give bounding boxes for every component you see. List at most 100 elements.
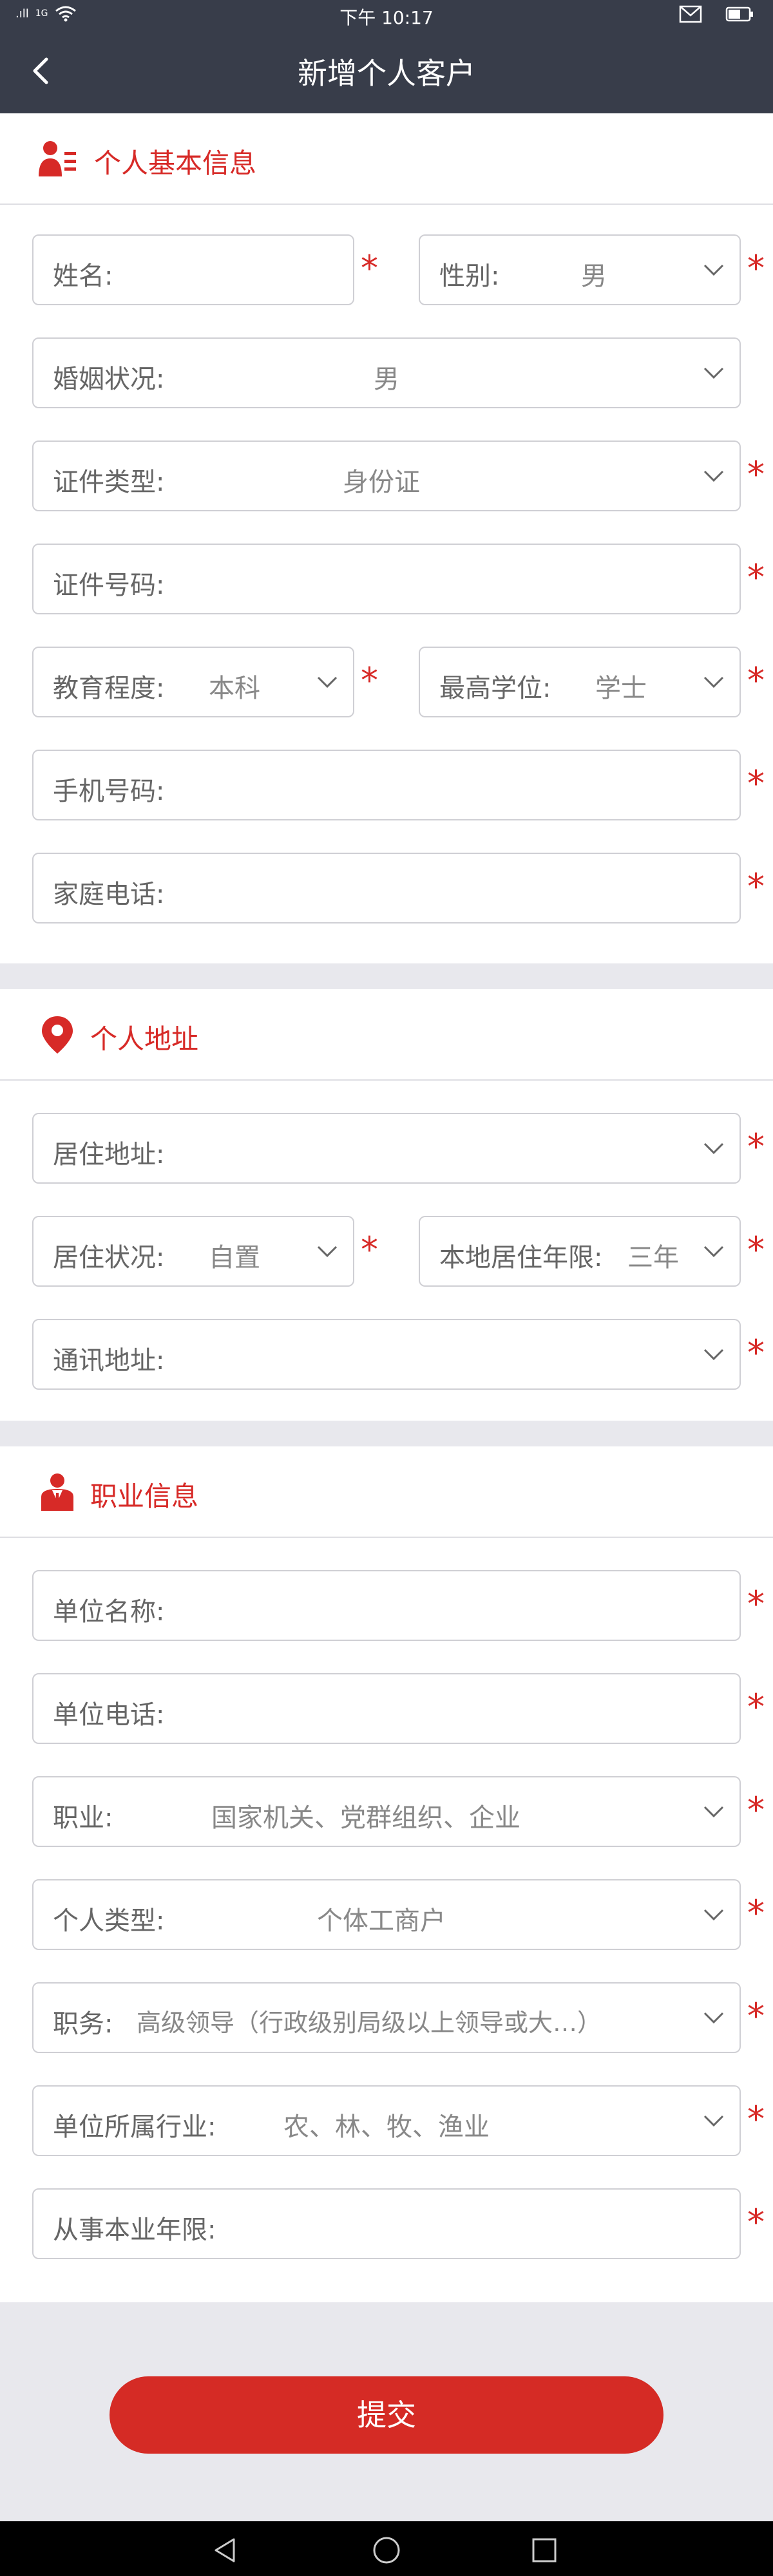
required-mark: * [747,1687,765,1727]
chevron-down-icon [703,1806,724,1818]
residence-status-value: 自置 [209,1243,260,1273]
marital-label: 婚姻状况: [53,365,165,394]
occupation-select[interactable]: 职业: 国家机关、党群组织、企业 [32,1776,741,1847]
page-title: 新增个人客户 [298,56,475,91]
id-type-select[interactable]: 证件类型: 身份证 [32,440,741,511]
person-type-value: 个体工商户 [317,1906,446,1936]
required-mark: * [747,1893,765,1933]
row-mobile: 手机号码: * [0,750,773,820]
section-address-header: 个人地址 [0,989,773,1081]
section-basic-info: 个人基本信息 姓名: * 性别: 男 * 婚姻状况: 男 证件类型: 身份证 * [0,113,773,963]
degree-label: 最高学位: [439,674,551,703]
row-home-phone: 家庭电话: * [0,853,773,923]
required-mark: * [747,1996,765,2036]
row-residence: 居住地址: * [0,1113,773,1184]
chevron-down-icon [703,264,724,276]
chevron-down-icon [317,676,338,688]
row-id-number: 证件号码: * [0,544,773,614]
submit-button[interactable]: 提交 [110,2376,663,2454]
section-job-header: 职业信息 [0,1446,773,1538]
required-mark: * [747,557,765,598]
mail-address-select[interactable]: 通讯地址: [32,1319,741,1390]
row-name-gender: 姓名: * 性别: 男 * [0,234,773,305]
required-mark: * [361,660,378,701]
required-mark: * [747,454,765,495]
row-residence-status: 居住状况: 自置 * 本地居住年限: 三年 * [0,1216,773,1287]
required-mark: * [747,2099,765,2139]
local-years-value: 三年 [627,1243,679,1273]
occupation-value: 国家机关、党群组织、企业 [211,1803,520,1833]
name-label: 姓名: [53,261,113,291]
local-years-select[interactable]: 本地居住年限: 三年 [419,1216,741,1287]
id-type-label: 证件类型: [53,468,165,497]
name-field[interactable]: 姓名: [32,234,354,305]
employer-label: 单位名称: [53,1597,165,1627]
nav-home-icon[interactable] [370,2534,403,2566]
occupation-label: 职业: [53,1803,113,1833]
row-occupation: 职业: 国家机关、党群组织、企业 * [0,1776,773,1847]
battery-icon [725,6,753,22]
id-type-value: 身份证 [343,468,420,497]
education-select[interactable]: 教育程度: 本科 [32,647,354,717]
position-select[interactable]: 职务: 高级领导（行政级别局级以上领导或大…） [32,1982,741,2053]
employer-field[interactable]: 单位名称: [32,1570,741,1641]
home-phone-field[interactable]: 家庭电话: [32,853,741,923]
section-job-title: 职业信息 [90,1481,199,1512]
nav-recent-icon[interactable] [528,2534,560,2566]
degree-select[interactable]: 最高学位: 学士 [419,647,741,717]
chevron-down-icon [703,676,724,688]
years-in-industry-field[interactable]: 从事本业年限: [32,2188,741,2259]
residence-select[interactable]: 居住地址: [32,1113,741,1184]
footer-area: 提交 [0,2302,773,2521]
degree-value: 学士 [595,674,647,703]
position-label: 职务: [53,2009,113,2039]
system-nav-bar [0,2521,773,2576]
industry-select[interactable]: 单位所属行业: 农、林、牧、渔业 [32,2085,741,2156]
section-basic-header: 个人基本信息 [0,113,773,205]
chevron-down-icon [703,470,724,482]
employer-phone-label: 单位电话: [53,1700,165,1730]
worker-icon [41,1473,73,1511]
row-industry: 单位所属行业: 农、林、牧、渔业 * [0,2085,773,2156]
required-mark: * [747,1126,765,1167]
required-mark: * [747,763,765,804]
gender-label: 性别: [439,261,500,291]
section-basic-title: 个人基本信息 [94,147,257,179]
employer-phone-field[interactable]: 单位电话: [32,1673,741,1744]
required-mark: * [747,1332,765,1373]
industry-label: 单位所属行业: [53,2112,216,2142]
required-mark: * [747,2202,765,2242]
mobile-label: 手机号码: [53,777,165,806]
section-job: 职业信息 单位名称: * 单位电话: * 职业: 国家机关、党群组织、企业 * … [0,1446,773,2302]
status-right [679,5,754,23]
row-person-type: 个人类型: 个体工商户 * [0,1879,773,1950]
row-employer: 单位名称: * [0,1570,773,1641]
required-mark: * [747,1790,765,1830]
mobile-field[interactable]: 手机号码: [32,750,741,820]
industry-value: 农、林、牧、渔业 [283,2112,490,2142]
chevron-down-icon [703,2115,724,2127]
nav-back-icon[interactable] [209,2534,242,2566]
mail-icon [679,5,702,23]
chevron-down-icon [703,1245,724,1258]
marital-value: 男 [374,365,399,394]
chevron-down-icon [703,1909,724,1921]
gender-select[interactable]: 性别: 男 [419,234,741,305]
person-type-select[interactable]: 个人类型: 个体工商户 [32,1879,741,1950]
row-position: 职务: 高级领导（行政级别局级以上领导或大…） * [0,1982,773,2053]
row-mail-address: 通讯地址: * [0,1319,773,1390]
chevron-down-icon [703,2012,724,2024]
residence-label: 居住地址: [53,1140,165,1170]
residence-status-select[interactable]: 居住状况: 自置 [32,1216,354,1287]
chevron-down-icon [317,1245,338,1258]
status-bar: .ıll 1G 下午 10:17 [0,0,773,32]
status-time: 下午 10:17 [339,7,434,28]
education-value: 本科 [209,674,260,703]
required-mark: * [361,1229,378,1270]
row-employer-phone: 单位电话: * [0,1673,773,1744]
id-number-field[interactable]: 证件号码: [32,544,741,614]
home-phone-label: 家庭电话: [53,880,165,909]
residence-status-label: 居住状况: [53,1243,165,1273]
marital-select[interactable]: 婚姻状况: 男 [32,337,741,408]
required-mark: * [747,866,765,907]
